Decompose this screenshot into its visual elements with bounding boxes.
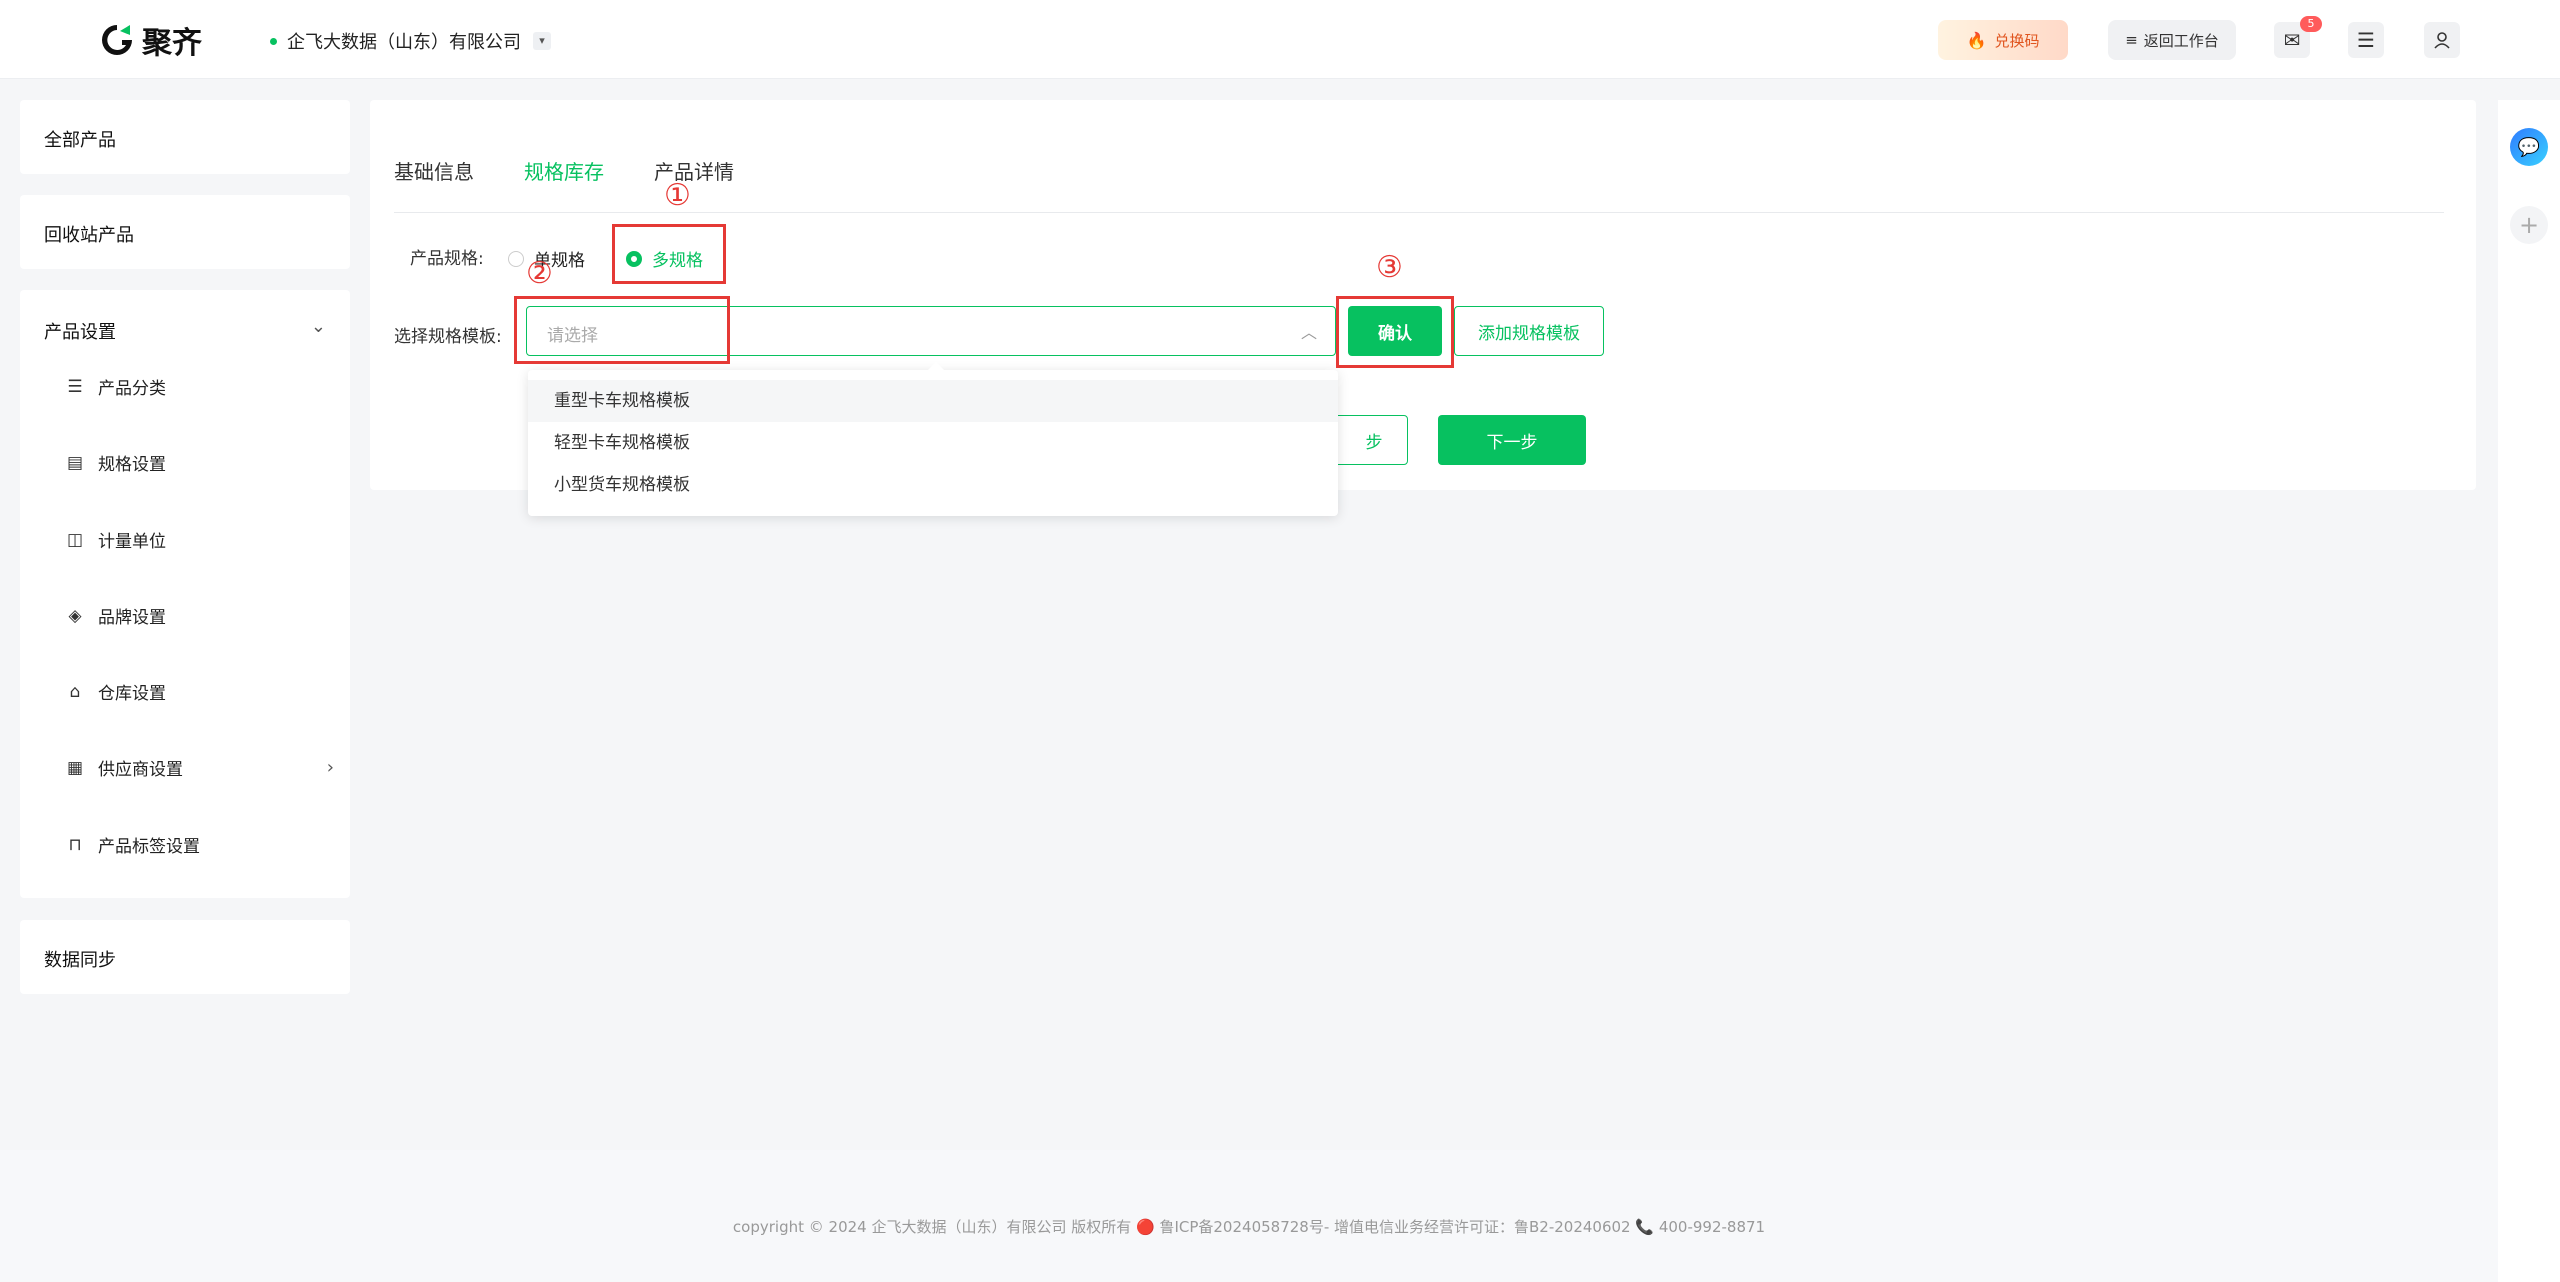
chevron-down-icon[interactable]: ▾ [533, 32, 551, 50]
annotation-box-3 [1336, 296, 1454, 368]
spec-icon: ▤ [66, 452, 84, 473]
sidebar-group-title[interactable]: 产品设置 [44, 318, 116, 344]
sidebar-item-label: 品牌设置 [98, 608, 166, 628]
top-header: 聚齐 企飞大数据（山东）有限公司 ▾ 🔥 兑换码 ≡ 返回工作台 ✉ 5 ☰ [0, 0, 2560, 79]
tab-basic-info[interactable]: 基础信息 [394, 156, 474, 185]
sidebar-item-spec-settings[interactable]: ▤ 规格设置 [64, 450, 166, 476]
add-template-button[interactable]: 添加规格模板 [1454, 306, 1604, 356]
sidebar-item-label: 回收站产品 [44, 225, 134, 246]
mail-badge: 5 [2300, 16, 2322, 32]
annotation-number-2: ② [526, 256, 553, 291]
spec-type-label: 产品规格: [410, 249, 484, 269]
sidebar-item-label: 供应商设置 [98, 760, 183, 780]
prev-step-label: 步 [1365, 432, 1383, 453]
sidebar-all-products[interactable]: 全部产品 [20, 100, 350, 174]
annotation-number-1: ① [664, 178, 691, 213]
hamburger-menu-icon[interactable]: ☰ [2348, 22, 2384, 58]
chevron-down-icon[interactable]: ⌄ [311, 316, 326, 337]
workbench-label: 返回工作台 [2143, 31, 2219, 50]
annotation-number-3: ③ [1376, 250, 1403, 285]
bookmark-icon: ⊓ [68, 834, 82, 855]
supplier-icon: ▦ [66, 757, 84, 778]
sidebar-item-label: 数据同步 [44, 950, 116, 971]
logo-text: 聚齐 [142, 26, 202, 61]
sidebar-recycle-bin[interactable]: 回收站产品 [20, 195, 350, 269]
status-dot [270, 37, 277, 45]
tab-divider [394, 212, 2444, 213]
sidebar-item-product-tag[interactable]: ⊓ 产品标签设置 [64, 832, 200, 858]
sidebar-item-unit[interactable]: ◫ 计量单位 [64, 527, 166, 553]
company-name: 企飞大数据（山东）有限公司 [287, 32, 521, 53]
sidebar-product-settings: 产品设置 ⌄ ☰ 产品分类 ▤ 规格设置 ◫ 计量单位 ◈ 品牌设置 ⌂ 仓库设… [20, 290, 350, 898]
sidebar-item-warehouse[interactable]: ⌂ 仓库设置 [64, 679, 166, 705]
tab-spec-inventory[interactable]: 规格库存 [524, 156, 604, 185]
plus-icon[interactable]: + [2510, 206, 2548, 244]
logo-icon [102, 25, 132, 55]
dropdown-option[interactable]: 轻型卡车规格模板 [528, 422, 1338, 464]
sidebar-item-label: 产品分类 [98, 379, 166, 399]
menu-lines-icon: ≡ [2125, 31, 2138, 49]
template-dropdown: 重型卡车规格模板 轻型卡车规格模板 小型货车规格模板 [528, 362, 1338, 516]
annotation-box-2 [514, 296, 730, 364]
back-to-workbench-button[interactable]: ≡ 返回工作台 [2108, 20, 2236, 60]
user-icon[interactable] [2424, 22, 2460, 58]
sidebar-item-label: 全部产品 [44, 130, 116, 151]
company-selector[interactable]: 企飞大数据（山东）有限公司 ▾ [270, 28, 551, 54]
sidebar-data-sync[interactable]: 数据同步 [20, 920, 350, 994]
template-label: 选择规格模板: [394, 327, 502, 347]
annotation-box-1 [612, 224, 726, 284]
chevron-up-icon: ︿ [1300, 323, 1317, 342]
warehouse-icon: ⌂ [69, 681, 81, 702]
footer: copyright © 2024 企飞大数据（山东）有限公司 版权所有 🔴 鲁I… [0, 1150, 2498, 1282]
unit-icon: ◫ [66, 529, 84, 550]
tag-icon: ◈ [68, 605, 82, 626]
dropdown-option[interactable]: 小型货车规格模板 [528, 464, 1338, 506]
redeem-code-button[interactable]: 🔥 兑换码 [1938, 20, 2068, 60]
dropdown-arrow [928, 362, 944, 370]
radio-circle [508, 250, 524, 267]
sidebar-item-label: 仓库设置 [98, 684, 166, 704]
sidebar-item-product-category[interactable]: ☰ 产品分类 [64, 374, 166, 400]
logo[interactable]: 聚齐 [98, 18, 202, 62]
fire-icon: 🔥 [1966, 30, 1987, 50]
redeem-label: 兑换码 [1994, 31, 2040, 50]
sidebar-item-label: 产品标签设置 [98, 837, 200, 857]
sidebar-item-supplier[interactable]: ▦ 供应商设置 › [64, 755, 334, 780]
chat-assistant-icon[interactable]: 💬 [2510, 128, 2548, 166]
next-step-button[interactable]: 下一步 [1438, 415, 1586, 465]
dropdown-option[interactable]: 重型卡车规格模板 [528, 380, 1338, 422]
footer-copyright: copyright © 2024 企飞大数据（山东）有限公司 版权所有 🔴 鲁I… [732, 1218, 1766, 1236]
sidebar-item-label: 规格设置 [98, 455, 166, 475]
list-icon: ☰ [67, 376, 83, 397]
sidebar-item-brand[interactable]: ◈ 品牌设置 [64, 603, 166, 629]
chevron-right-icon: › [326, 757, 334, 778]
right-toolbar: 💬 + [2498, 100, 2560, 1282]
sidebar-item-label: 计量单位 [98, 532, 166, 552]
